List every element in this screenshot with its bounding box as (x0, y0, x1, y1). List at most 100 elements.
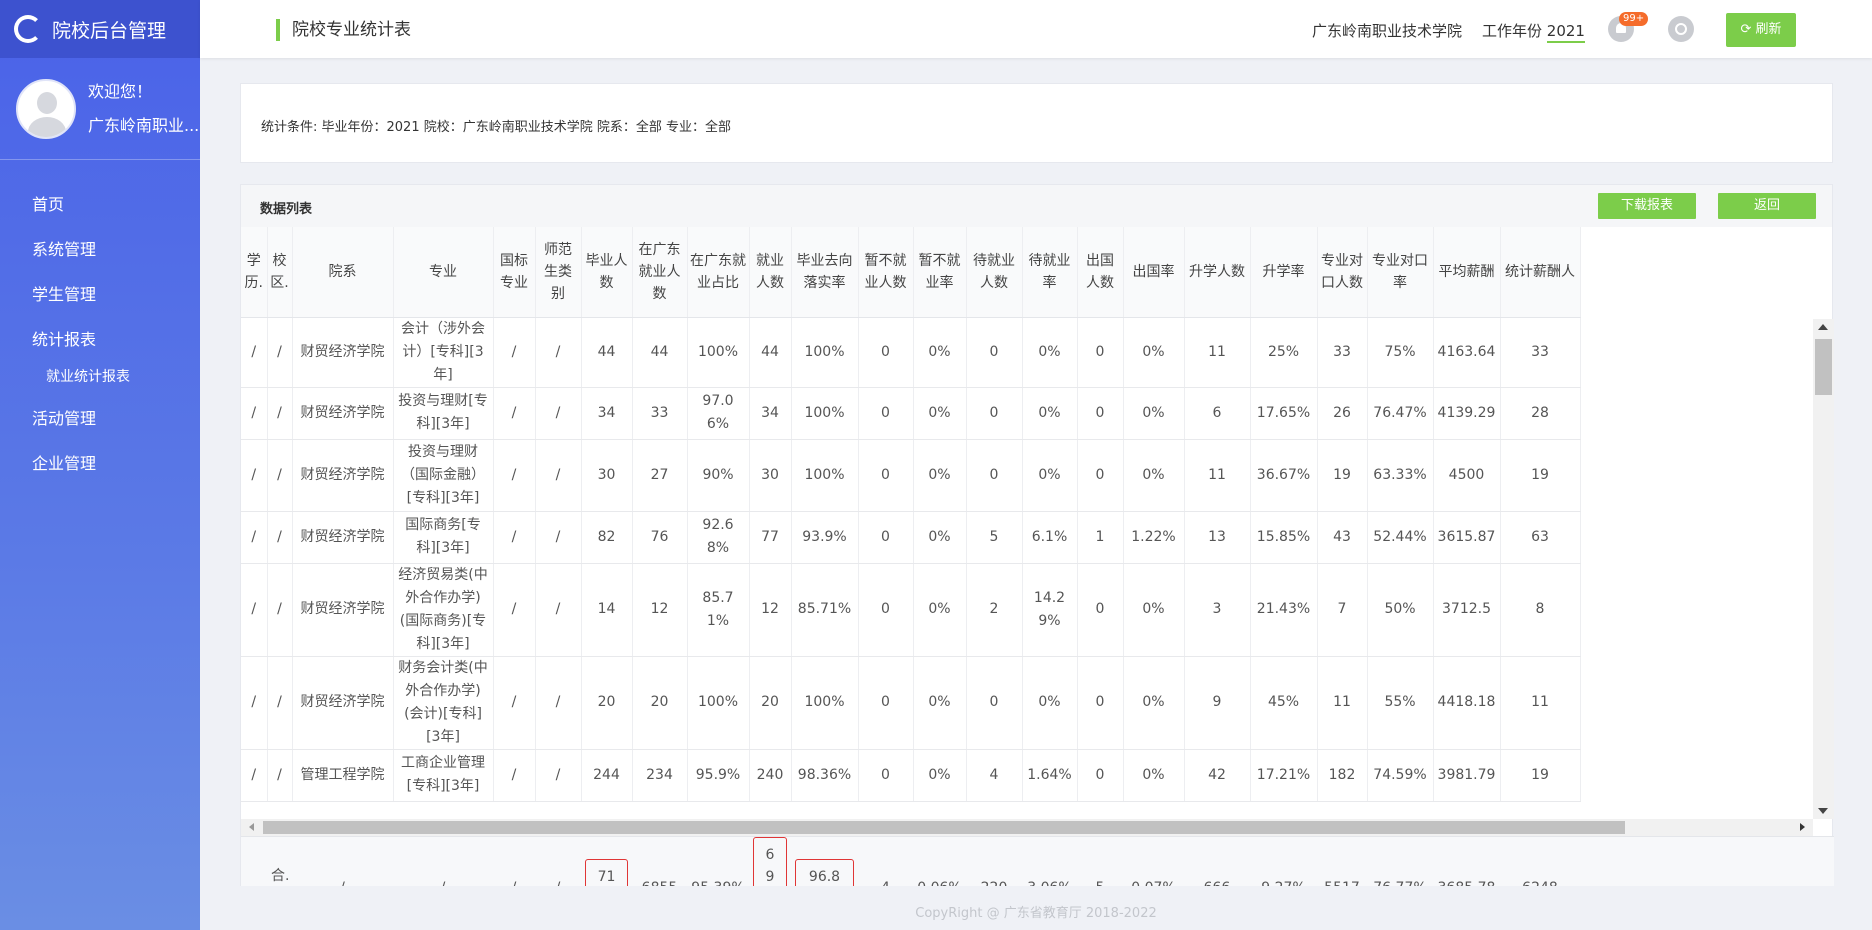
column-header: 毕业人数 (581, 227, 633, 318)
table-row: / / 财贸经济学院 经济贸易类(中外合作办学)(国际商务)[专科][3年] //14 1… (241, 563, 1581, 657)
totals-table: 合.计.////7186685595.39%696296.88%40.06%22… (241, 837, 1580, 886)
table-cell: / (267, 439, 293, 512)
table-cell: 44 (749, 317, 792, 388)
table-cell: 5 (966, 511, 1023, 564)
table-cell: 19 (1500, 749, 1581, 802)
table-cell: 93.9% (791, 511, 859, 564)
table-cell: 财贸经济学院 (292, 656, 394, 750)
totals-cell: / (535, 837, 581, 887)
table-cell: 财贸经济学院 (292, 387, 394, 440)
table-cell: 76 (632, 511, 688, 564)
table-cell: 0% (1123, 563, 1185, 657)
table-row: / / 财贸经济学院 投资与理财[专科][3年] //34 33 97.06% 34 100% 0… (241, 387, 1581, 440)
column-header: 就业人数 (749, 227, 792, 318)
sidebar-item-home[interactable]: 首页 (0, 182, 200, 227)
table-cell: 3981.79 (1433, 749, 1501, 802)
scroll-up-icon[interactable] (1818, 324, 1828, 330)
table-cell: / (535, 563, 582, 657)
download-report-button[interactable]: 下载报表 (1598, 193, 1696, 219)
power-icon[interactable] (1668, 16, 1694, 42)
table-cell: 36.67% (1250, 439, 1318, 512)
highlighted-total: 96.88% (795, 859, 854, 886)
table-cell: 85.71% (687, 563, 750, 657)
table-cell: 0 (966, 387, 1023, 440)
table-cell: 17.21% (1250, 749, 1318, 802)
column-header: 平均薪酬 (1433, 227, 1501, 318)
table-cell: 97.06% (687, 387, 750, 440)
table-cell: 6.1% (1022, 511, 1078, 564)
table-cell: / (535, 511, 582, 564)
table-cell: 财贸经济学院 (292, 511, 394, 564)
table-cell: 100% (791, 439, 859, 512)
refresh-button[interactable]: ⟳ 刷新 (1726, 13, 1796, 47)
table-cell: 0 (858, 563, 914, 657)
back-button[interactable]: 返回 (1718, 193, 1816, 219)
vertical-scroll-thumb[interactable] (1815, 339, 1832, 395)
scroll-down-icon[interactable] (1818, 808, 1828, 814)
highlighted-total: 6962 (753, 837, 787, 886)
table-cell: 45% (1250, 656, 1318, 750)
table-cell: 会计（涉外会计）[专科][3年] (393, 317, 494, 388)
sidebar-subitem-employment-report[interactable]: 就业统计报表 (0, 362, 200, 396)
totals-cell: 合.计. (271, 868, 290, 884)
table-cell: / (267, 317, 293, 388)
table-cell: 17.65% (1250, 387, 1318, 440)
table-cell: 19 (1317, 439, 1368, 512)
scroll-right-icon[interactable] (1800, 823, 1805, 831)
table-cell: 100% (687, 656, 750, 750)
table-cell: 0% (913, 511, 967, 564)
table-cell: / (241, 317, 268, 388)
vertical-scrollbar[interactable] (1813, 319, 1834, 819)
column-header: 专业 (393, 227, 494, 318)
sidebar-item-reports[interactable]: 统计报表 (0, 317, 200, 362)
table-cell: 33 (632, 387, 688, 440)
totals-cell: 76.77% (1367, 837, 1433, 887)
table-cell: 100% (791, 656, 859, 750)
table-cell: 4 (966, 749, 1023, 802)
column-header: 在广东就业占比 (687, 227, 750, 318)
data-table-container[interactable]: 学历. 校区. 院系 专业 国标专业 师范生类别 毕业人数 在广东就业人数 在广东就业占比 就业人… (241, 227, 1813, 819)
scroll-left-icon[interactable] (249, 823, 254, 831)
table-cell: 100% (687, 317, 750, 388)
totals-cell: / (493, 837, 535, 887)
horizontal-scrollbar[interactable] (241, 819, 1813, 836)
table-row: / / 财贸经济学院 会计（涉外会计）[专科][3年] //44 44 100% 44 100%… (241, 317, 1581, 388)
sidebar-item-activities[interactable]: 活动管理 (0, 396, 200, 441)
table-cell: 0% (1123, 749, 1185, 802)
refresh-icon: ⟳ (1740, 22, 1756, 37)
work-year-value[interactable]: 2021 (1546, 22, 1585, 43)
sidebar-item-system[interactable]: 系统管理 (0, 227, 200, 272)
table-cell: 0 (858, 511, 914, 564)
totals-cell: / (292, 837, 393, 887)
column-header: 暂不就业率 (913, 227, 967, 318)
table-cell: 0 (966, 439, 1023, 512)
sidebar-item-students[interactable]: 学生管理 (0, 272, 200, 317)
table-cell: 63 (1500, 511, 1581, 564)
page-title: 院校专业统计表 (276, 19, 411, 41)
table-cell: 43 (1317, 511, 1368, 564)
table-cell: / (493, 563, 536, 657)
table-cell: 14.29% (1022, 563, 1078, 657)
table-cell: 1.64% (1022, 749, 1078, 802)
table-cell: 经济贸易类(中外合作办学)(国际商务)[专科][3年] (393, 563, 494, 657)
sidebar-item-enterprises[interactable]: 企业管理 (0, 441, 200, 486)
totals-cell (241, 837, 267, 886)
table-cell: 0% (1123, 439, 1185, 512)
table-cell: 12 (749, 563, 792, 657)
table-cell: 7 (1317, 563, 1368, 657)
totals-cell: 6855 (632, 837, 687, 887)
table-cell: 国际商务[专科][3年] (393, 511, 494, 564)
totals-cell: 5517 (1317, 837, 1367, 887)
column-header: 出国率 (1123, 227, 1185, 318)
work-year[interactable]: 工作年份 2021 (1482, 20, 1585, 43)
table-cell: / (267, 656, 293, 750)
table-cell: 85.71% (791, 563, 859, 657)
table-cell: 投资与理财（国际金融）[专科][3年] (393, 439, 494, 512)
table-cell: / (493, 656, 536, 750)
column-header: 国标专业 (493, 227, 536, 318)
table-cell: 19 (1500, 439, 1581, 512)
horizontal-scroll-thumb[interactable] (263, 821, 1625, 834)
table-cell: 63.33% (1367, 439, 1434, 512)
table-cell: 3712.5 (1433, 563, 1501, 657)
totals-cell: 95.39% (687, 837, 749, 887)
